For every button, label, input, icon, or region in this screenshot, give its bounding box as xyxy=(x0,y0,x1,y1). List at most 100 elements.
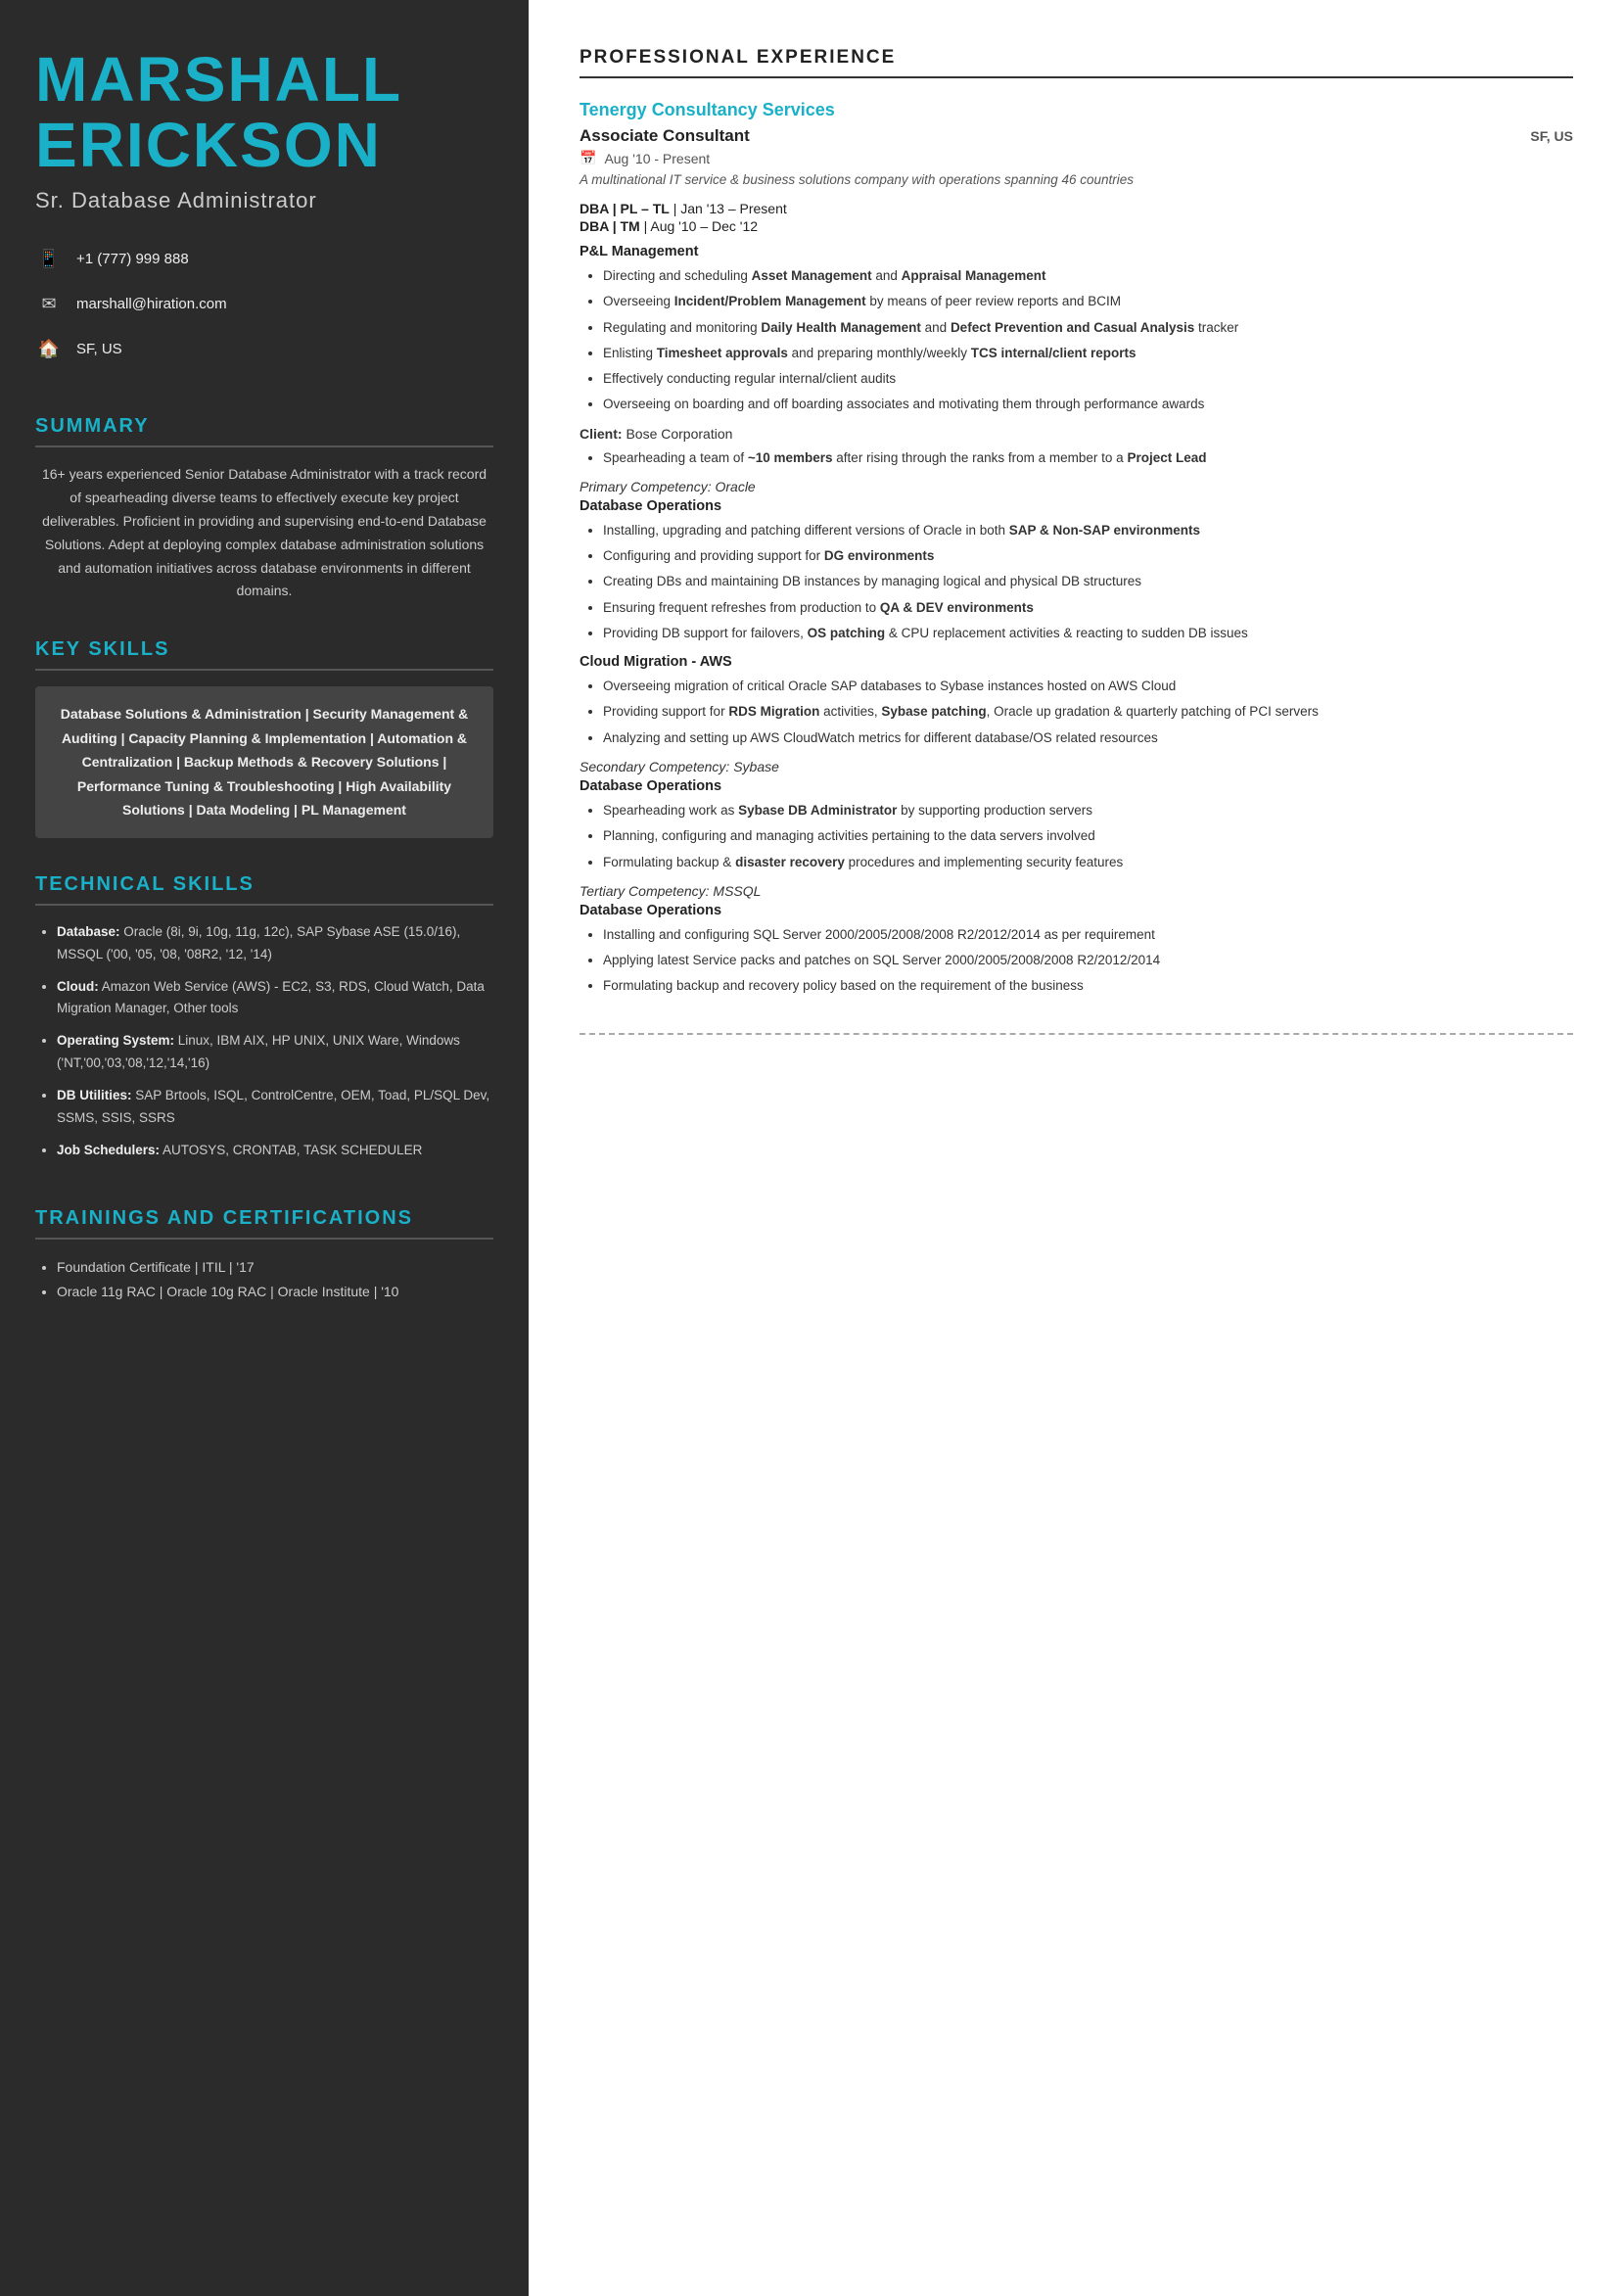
bold-text: Defect Prevention and Casual Analysis xyxy=(951,320,1194,335)
name-line1: MARSHALL xyxy=(35,44,402,115)
mssql-db-ops-heading: Database Operations xyxy=(580,903,1573,918)
cert-list: Foundation Certificate | ITIL | '17 Orac… xyxy=(35,1255,493,1304)
location-contact: 🏠 SF, US xyxy=(35,335,493,362)
summary-title: SUMMARY xyxy=(35,415,493,447)
list-item: Ensuring frequent refreshes from product… xyxy=(603,597,1573,619)
bold-text: OS patching xyxy=(808,626,886,640)
location-text: SF, US xyxy=(76,341,122,357)
bold-text: disaster recovery xyxy=(735,855,845,869)
os-label: Operating System: xyxy=(57,1033,174,1048)
primary-competency-label: Primary Competency: xyxy=(580,479,712,494)
bold-text: Incident/Problem Management xyxy=(674,294,866,308)
list-item: Analyzing and setting up AWS CloudWatch … xyxy=(603,727,1573,749)
main-content: PROFESSIONAL EXPERIENCE Tenergy Consulta… xyxy=(529,0,1624,2296)
job-schedulers-label: Job Schedulers: xyxy=(57,1143,160,1157)
list-item: Configuring and providing support for DG… xyxy=(603,545,1573,567)
list-item: Overseeing migration of critical Oracle … xyxy=(603,676,1573,697)
list-item: Database: Oracle (8i, 9i, 10g, 11g, 12c)… xyxy=(57,921,493,966)
candidate-title: Sr. Database Administrator xyxy=(35,188,493,213)
list-item: Spearheading work as Sybase DB Administr… xyxy=(603,800,1573,821)
list-item: Foundation Certificate | ITIL | '17 xyxy=(57,1255,493,1280)
company-name: Tenergy Consultancy Services xyxy=(580,100,1573,120)
bold-text: SAP & Non-SAP environments xyxy=(1009,523,1200,538)
list-item: Installing, upgrading and patching diffe… xyxy=(603,520,1573,541)
calendar-icon: 📅 xyxy=(580,150,596,166)
list-item: DB Utilities: SAP Brtools, ISQL, Control… xyxy=(57,1085,493,1130)
list-item: Job Schedulers: AUTOSYS, CRONTAB, TASK S… xyxy=(57,1140,493,1162)
certifications-title: TRAININGS AND CERTIFICATIONS xyxy=(35,1207,493,1240)
email-contact: ✉ marshall@hiration.com xyxy=(35,290,493,317)
role-label-2: DBA | TM xyxy=(580,218,640,234)
bold-text: Asset Management xyxy=(752,268,872,283)
list-item: Applying latest Service packs and patche… xyxy=(603,950,1573,971)
bold-text: DG environments xyxy=(824,548,935,563)
list-item: Overseeing Incident/Problem Management b… xyxy=(603,291,1573,312)
email-icon: ✉ xyxy=(35,290,63,317)
professional-experience-title: PROFESSIONAL EXPERIENCE xyxy=(580,47,1573,78)
bold-text: QA & DEV environments xyxy=(880,600,1034,615)
list-item: Planning, configuring and managing activ… xyxy=(603,825,1573,847)
bold-text: Daily Health Management xyxy=(761,320,921,335)
bold-text: TCS internal/client reports xyxy=(971,346,1137,360)
technical-skills-section: TECHNICAL SKILLS Database: Oracle (8i, 9… xyxy=(35,873,493,1172)
technical-skills-title: TECHNICAL SKILLS xyxy=(35,873,493,906)
client-line: Client: Bose Corporation xyxy=(580,426,1573,442)
list-item: Directing and scheduling Asset Managemen… xyxy=(603,265,1573,287)
mssql-bullets: Installing and configuring SQL Server 20… xyxy=(580,924,1573,998)
key-skills-box: Database Solutions & Administration | Se… xyxy=(35,686,493,838)
bold-text: Sybase patching xyxy=(881,704,986,719)
sybase-db-ops-heading: Database Operations xyxy=(580,778,1573,794)
bold-text: Appraisal Management xyxy=(902,268,1046,283)
name-line2: ERICKSON xyxy=(35,110,382,180)
secondary-competency-line: Secondary Competency: Sybase xyxy=(580,759,1573,774)
certifications-section: TRAININGS AND CERTIFICATIONS Foundation … xyxy=(35,1207,493,1304)
client-bullets: Spearheading a team of ~10 members after… xyxy=(580,447,1573,469)
bold-text: RDS Migration xyxy=(728,704,819,719)
summary-text: 16+ years experienced Senior Database Ad… xyxy=(35,463,493,603)
job-title-row: Associate Consultant SF, US xyxy=(580,126,1573,146)
db-label: Database: xyxy=(57,924,120,939)
primary-competency-line: Primary Competency: Oracle xyxy=(580,479,1573,494)
list-item: Enlisting Timesheet approvals and prepar… xyxy=(603,343,1573,364)
key-skills-section: KEY SKILLS Database Solutions & Administ… xyxy=(35,638,493,838)
phone-number: +1 (777) 999 888 xyxy=(76,251,189,267)
dashed-divider xyxy=(580,1033,1573,1035)
list-item: Cloud: Amazon Web Service (AWS) - EC2, S… xyxy=(57,976,493,1021)
list-item: Formulating backup and recovery policy b… xyxy=(603,975,1573,997)
role-line-1: DBA | PL – TL | Jan '13 – Present xyxy=(580,201,1573,216)
list-item: Formulating backup & disaster recovery p… xyxy=(603,852,1573,873)
candidate-name: MARSHALL ERICKSON xyxy=(35,47,493,178)
oracle-bullets: Installing, upgrading and patching diffe… xyxy=(580,520,1573,644)
list-item: Providing DB support for failovers, OS p… xyxy=(603,623,1573,644)
list-item: Installing and configuring SQL Server 20… xyxy=(603,924,1573,946)
list-item: Regulating and monitoring Daily Health M… xyxy=(603,317,1573,339)
phone-contact: 📱 +1 (777) 999 888 xyxy=(35,245,493,272)
key-skills-title: KEY SKILLS xyxy=(35,638,493,671)
role-line-2: DBA | TM | Aug '10 – Dec '12 xyxy=(580,218,1573,234)
client-label: Client: xyxy=(580,426,623,442)
company-description: A multinational IT service & business so… xyxy=(580,172,1573,187)
job-location: SF, US xyxy=(1530,128,1573,144)
list-item: Overseeing on boarding and off boarding … xyxy=(603,394,1573,415)
list-item: Creating DBs and maintaining DB instance… xyxy=(603,571,1573,592)
list-item: Oracle 11g RAC | Oracle 10g RAC | Oracle… xyxy=(57,1280,493,1304)
list-item: Operating System: Linux, IBM AIX, HP UNI… xyxy=(57,1030,493,1075)
bold-text: Timesheet approvals xyxy=(657,346,788,360)
email-address: marshall@hiration.com xyxy=(76,296,227,312)
list-item: Spearheading a team of ~10 members after… xyxy=(603,447,1573,469)
list-item: Effectively conducting regular internal/… xyxy=(603,368,1573,390)
bold-text: ~10 members xyxy=(748,450,833,465)
bold-text: Sybase DB Administrator xyxy=(738,803,897,818)
secondary-competency-label: Secondary Competency: xyxy=(580,759,729,774)
cloud-label: Cloud: xyxy=(57,979,99,994)
db-utilities-label: DB Utilities: xyxy=(57,1088,132,1102)
summary-section: SUMMARY 16+ years experienced Senior Dat… xyxy=(35,415,493,603)
home-icon: 🏠 xyxy=(35,335,63,362)
bold-text: Project Lead xyxy=(1127,450,1206,465)
pl-bullets: Directing and scheduling Asset Managemen… xyxy=(580,265,1573,416)
sybase-bullets: Spearheading work as Sybase DB Administr… xyxy=(580,800,1573,873)
phone-icon: 📱 xyxy=(35,245,63,272)
sidebar: MARSHALL ERICKSON Sr. Database Administr… xyxy=(0,0,529,2296)
job-title: Associate Consultant xyxy=(580,126,750,146)
cloud-migration-heading: Cloud Migration - AWS xyxy=(580,654,1573,670)
